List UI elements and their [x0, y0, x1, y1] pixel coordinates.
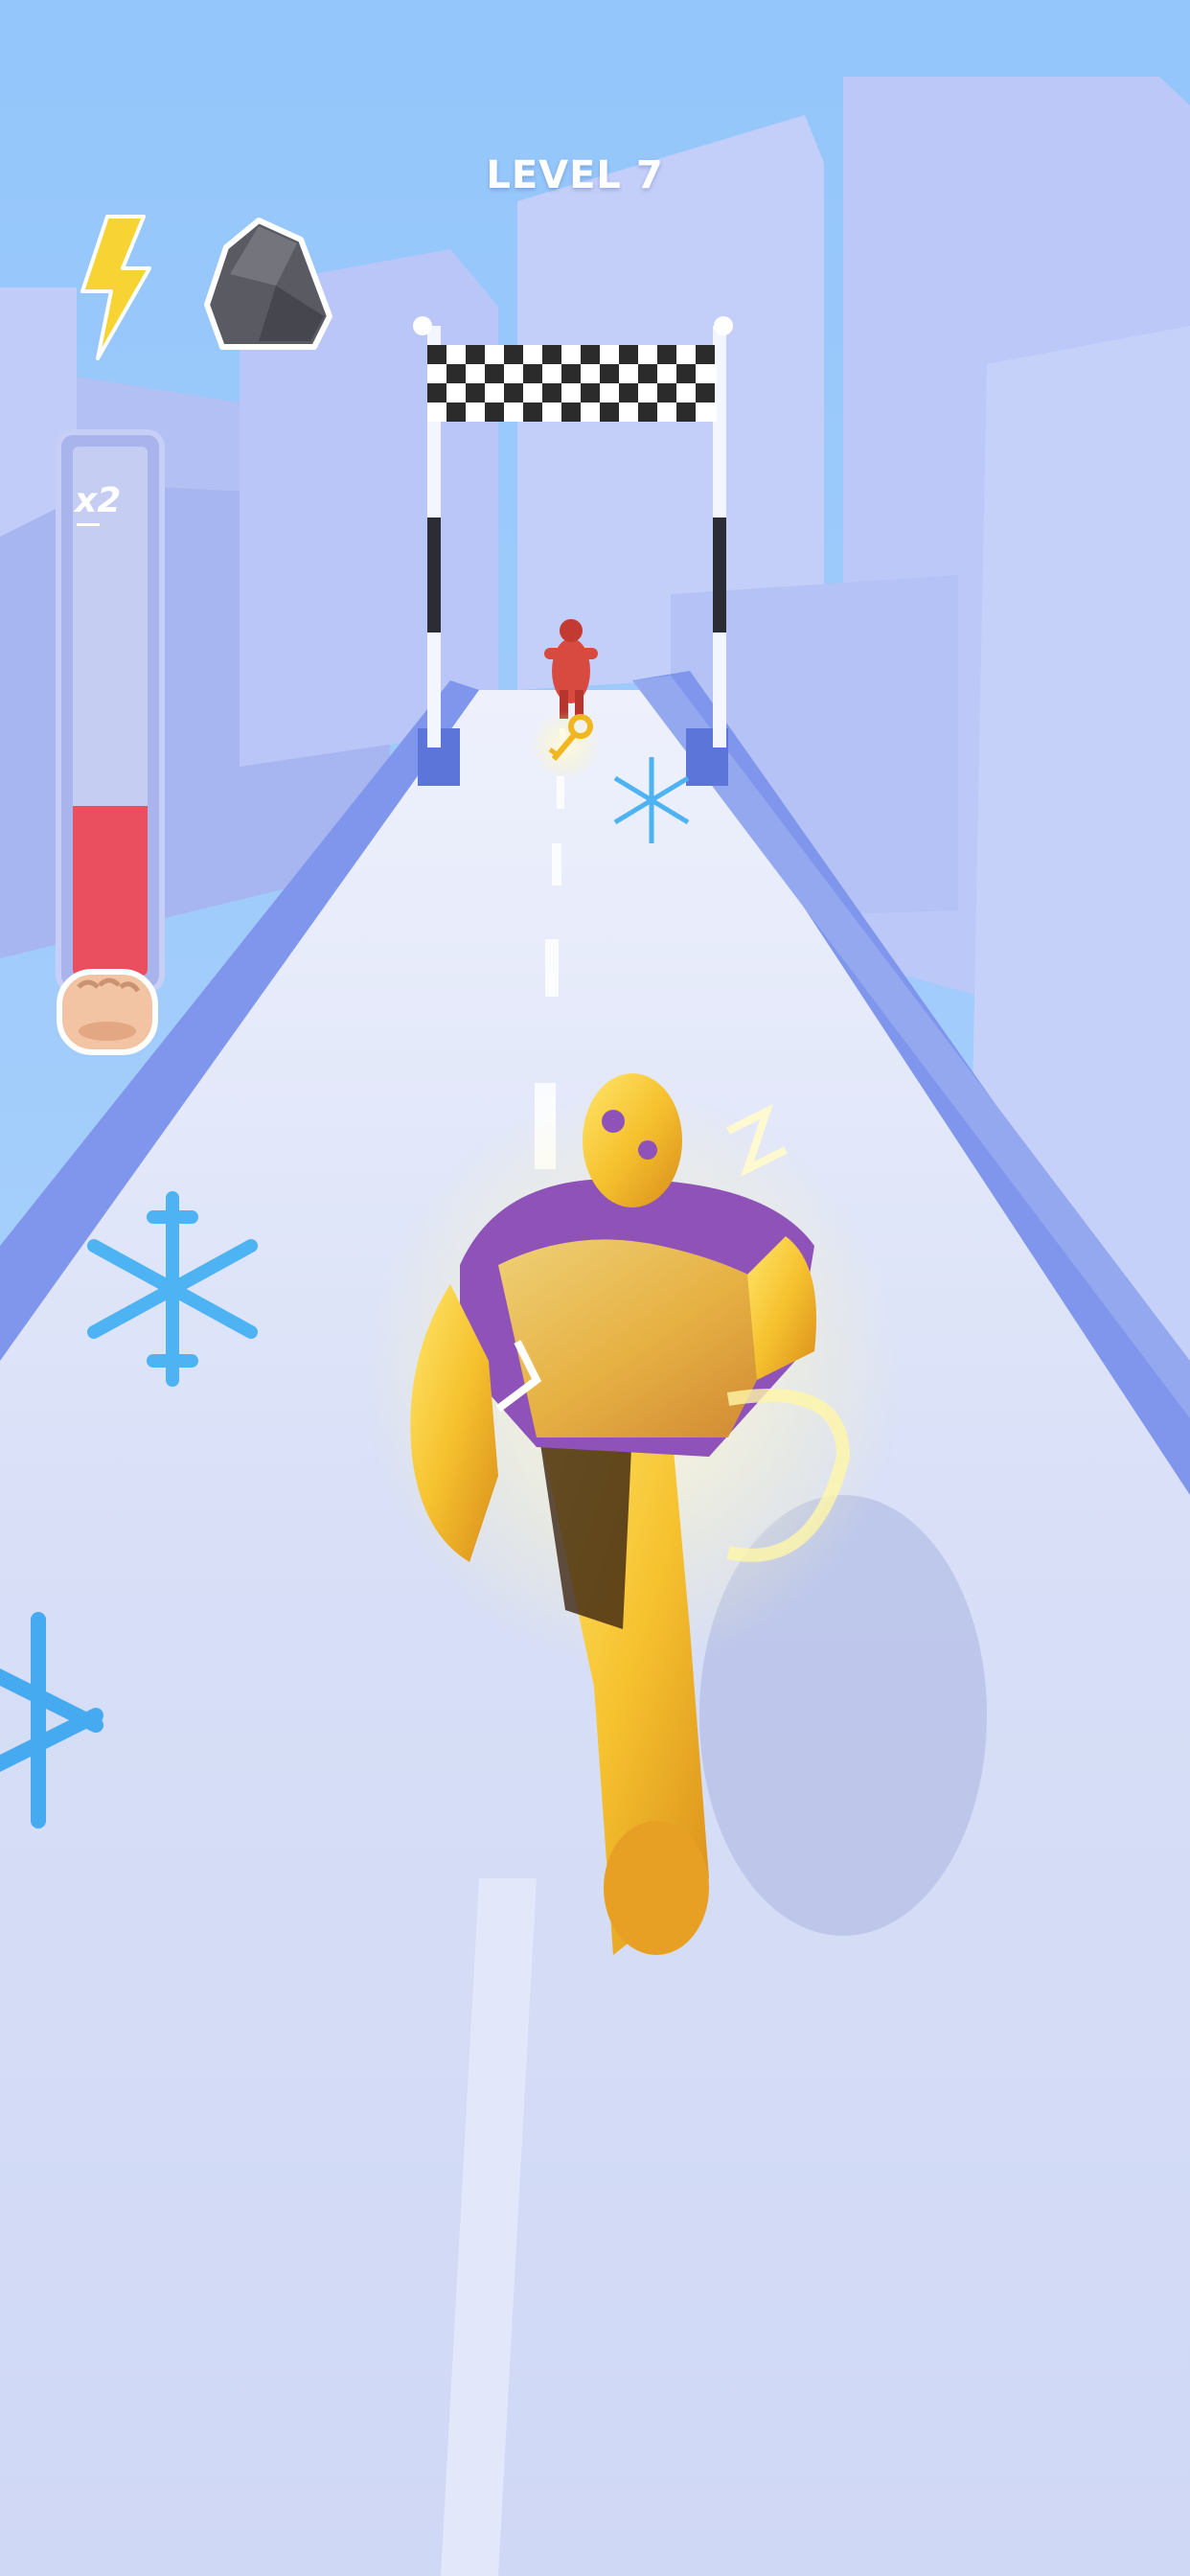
level-label: LEVEL 7 — [486, 153, 664, 197]
rock-power-button[interactable] — [201, 213, 335, 356]
power-meter: x2 — [56, 429, 165, 993]
fist-icon — [50, 958, 165, 1064]
world — [0, 0, 1190, 2576]
multiplier-label: x2 — [75, 481, 122, 520]
multiplier-underline — [77, 523, 100, 526]
key-pickup — [531, 711, 600, 780]
lightning-power-button[interactable] — [69, 211, 155, 364]
lightning-icon — [80, 215, 151, 360]
game-scene[interactable]: LEVEL 7 x2 — [0, 0, 1190, 2576]
rock-icon — [204, 218, 332, 350]
power-meter-fill — [73, 806, 148, 976]
checkered-banner — [427, 345, 717, 422]
